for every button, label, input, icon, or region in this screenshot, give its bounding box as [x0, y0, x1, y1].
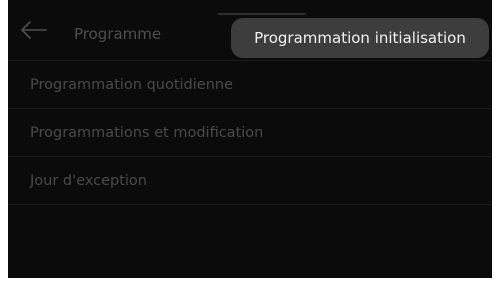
header-divider — [218, 13, 306, 15]
menu-item-programmation-quotidienne[interactable]: Programmation quotidienne — [8, 61, 492, 109]
arrow-left-icon — [21, 21, 47, 39]
page-title: Programme — [74, 25, 162, 43]
tooltip-programmation-initialisation: Programmation initialisation — [231, 18, 489, 58]
menu-item-programmations-et-modification[interactable]: Programmations et modification — [8, 109, 492, 157]
menu-item-label: Programmations et modification — [30, 125, 264, 141]
app-screen: Programme Programmation quotidienne Prog… — [8, 0, 492, 278]
menu-item-jour-d-exception[interactable]: Jour d'exception — [8, 157, 492, 205]
menu-list: Programmation quotidienne Programmations… — [8, 61, 492, 205]
back-button[interactable] — [20, 20, 50, 40]
menu-item-label: Programmation quotidienne — [30, 77, 234, 93]
menu-item-label: Jour d'exception — [30, 173, 147, 189]
